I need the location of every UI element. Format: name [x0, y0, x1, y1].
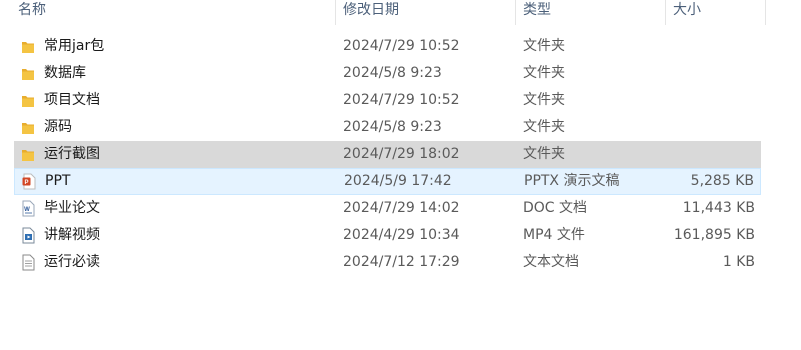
video-file-icon: [19, 222, 37, 249]
file-size: 1 KB: [722, 254, 755, 270]
file-modified-date: 2024/7/29 10:52: [343, 38, 460, 54]
file-row[interactable]: 常用jar包 2024/7/29 10:52 文件夹: [14, 33, 761, 60]
file-modified-date: 2024/7/29 18:02: [343, 146, 460, 162]
file-modified-date: 2024/5/8 9:23: [343, 65, 442, 81]
file-name: 常用jar包: [44, 38, 105, 54]
column-divider[interactable]: [515, 0, 516, 25]
file-row[interactable]: 项目文档 2024/7/29 10:52 文件夹: [14, 87, 761, 114]
folder-icon: [19, 60, 37, 87]
file-size: 11,443 KB: [682, 200, 755, 216]
doc-file-icon: W: [19, 195, 37, 222]
file-name: 数据库: [44, 65, 86, 81]
column-divider[interactable]: [335, 0, 336, 25]
file-type: 文本文档: [523, 254, 579, 270]
file-row[interactable]: 运行截图 2024/7/29 18:02 文件夹: [14, 141, 761, 168]
file-modified-date: 2024/4/29 10:34: [343, 227, 460, 243]
file-row[interactable]: 讲解视频 2024/4/29 10:34 MP4 文件 161,895 KB: [14, 222, 761, 249]
text-file-icon: [19, 249, 37, 276]
column-header-bar: 名称 修改日期 类型 大小: [0, 0, 766, 25]
file-type: 文件夹: [523, 38, 565, 54]
file-name: 讲解视频: [44, 227, 100, 243]
svg-text:P: P: [24, 180, 28, 186]
file-name: 毕业论文: [44, 200, 100, 216]
file-type: 文件夹: [523, 146, 565, 162]
file-name: 运行必读: [44, 254, 100, 270]
file-row[interactable]: 运行必读 2024/7/12 17:29 文本文档 1 KB: [14, 249, 761, 276]
file-size: 161,895 KB: [673, 227, 755, 243]
file-modified-date: 2024/5/8 9:23: [343, 119, 442, 135]
file-row[interactable]: W 毕业论文 2024/7/29 14:02 DOC 文档 11,443 KB: [14, 195, 761, 222]
column-divider[interactable]: [765, 0, 766, 25]
file-modified-date: 2024/5/9 17:42: [344, 173, 452, 189]
folder-icon: [19, 33, 37, 60]
file-type: 文件夹: [523, 119, 565, 135]
folder-icon: [19, 87, 37, 114]
file-name: 源码: [44, 119, 72, 135]
column-header-size[interactable]: 大小: [673, 0, 701, 25]
column-header-type[interactable]: 类型: [523, 0, 551, 25]
file-type: DOC 文档: [523, 200, 588, 216]
file-type: 文件夹: [523, 92, 565, 108]
file-type: MP4 文件: [523, 227, 585, 243]
file-name: 运行截图: [44, 146, 100, 162]
file-modified-date: 2024/7/12 17:29: [343, 254, 460, 270]
file-type: PPTX 演示文稿: [524, 173, 620, 189]
file-row[interactable]: P PPT 2024/5/9 17:42 PPTX 演示文稿 5,285 KB: [14, 168, 761, 195]
column-header-date[interactable]: 修改日期: [343, 0, 399, 25]
file-size: 5,285 KB: [690, 173, 754, 189]
column-divider[interactable]: [665, 0, 666, 25]
svg-text:W: W: [24, 207, 30, 213]
file-name: 项目文档: [44, 92, 100, 108]
file-modified-date: 2024/7/29 10:52: [343, 92, 460, 108]
file-type: 文件夹: [523, 65, 565, 81]
file-row[interactable]: 数据库 2024/5/8 9:23 文件夹: [14, 60, 761, 87]
pptx-file-icon: P: [20, 169, 38, 194]
file-row[interactable]: 源码 2024/5/8 9:23 文件夹: [14, 114, 761, 141]
folder-icon: [19, 114, 37, 141]
folder-icon: [19, 141, 37, 168]
column-header-name[interactable]: 名称: [18, 0, 46, 25]
file-name: PPT: [45, 173, 71, 189]
file-modified-date: 2024/7/29 14:02: [343, 200, 460, 216]
